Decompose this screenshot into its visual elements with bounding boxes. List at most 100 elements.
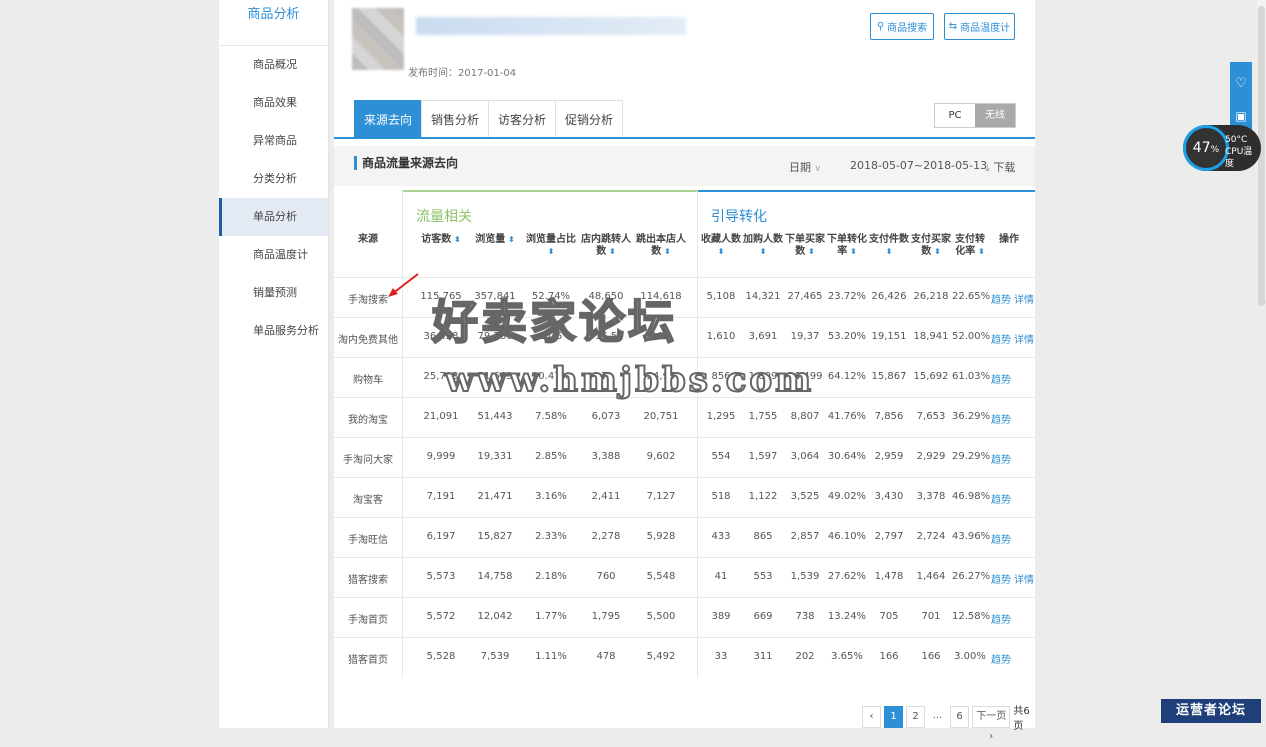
sort-icon[interactable]: ⬍ (505, 235, 515, 244)
sidebar-item[interactable]: 异常商品 (219, 122, 328, 160)
sidebar-item[interactable]: 商品概况 (219, 46, 328, 84)
detail-link[interactable]: 详情 (1014, 295, 1034, 306)
column-header-views[interactable]: 浏览量 ⬍ (472, 234, 518, 246)
column-header-pay_items[interactable]: 支付件数 ⬍ (868, 234, 910, 258)
cell-value: 26.27% (952, 571, 991, 582)
cell-value: 19,37 (790, 331, 820, 342)
sort-icon[interactable]: ⬍ (931, 247, 941, 256)
sidebar-item[interactable]: 单品分析 (219, 198, 328, 236)
sort-icon[interactable]: ⬍ (805, 247, 815, 256)
sidebar-item[interactable]: 分类分析 (219, 160, 328, 198)
window-icon[interactable]: ▣ (1230, 109, 1252, 123)
sidebar-item[interactable]: 单品服务分析 (219, 312, 328, 350)
table-row: 手淘搜索 115,765 357,841 52.74% 48,650 114,618 5,1… (334, 277, 1035, 317)
tab-2[interactable]: 访客分析 (488, 100, 557, 138)
sidebar-title: 商品分析 (219, 0, 328, 46)
column-header-cart[interactable]: 加购人数 ⬍ (742, 234, 784, 258)
tab-3[interactable]: 促销分析 (555, 100, 624, 138)
cell-value: 52.00% (952, 331, 991, 342)
cell-value: 7, (601, 371, 611, 382)
trend-link[interactable]: 趋势 (991, 415, 1011, 426)
cell-value: 12,042 (477, 611, 513, 622)
trend-link[interactable]: 趋势 (991, 295, 1011, 306)
column-header-order_rate[interactable]: 下单转化率 ⬍ (826, 234, 868, 258)
cell-value: 738 (795, 611, 815, 622)
page-button[interactable]: 6 (950, 706, 969, 728)
cell-value: 3.16% (535, 491, 567, 502)
column-label: 访客数 (421, 234, 452, 245)
sort-icon[interactable]: ⬍ (847, 247, 857, 256)
product-thermometer-button[interactable]: ⇆ 商品温度计 (944, 13, 1015, 40)
column-header-favorites[interactable]: 收藏人数 ⬍ (700, 234, 742, 258)
cell-value: 23.72% (827, 291, 867, 302)
analysis-tabs: 来源去向 销售分析 访客分析 促销分析 (354, 100, 624, 138)
detail-link[interactable]: 详情 (1014, 335, 1034, 346)
cell-value: 7,191 (426, 491, 456, 502)
detail-link[interactable]: 详情 (1014, 575, 1034, 586)
column-header-store_jump[interactable]: 店内跳转人数 ⬍ (578, 234, 634, 258)
cell-value: 2.18% (535, 571, 567, 582)
trend-link[interactable]: 趋势 (991, 375, 1011, 386)
row-actions: 趋势 (991, 611, 1035, 626)
sort-icon[interactable]: ⬍ (975, 247, 985, 256)
prev-page-button[interactable]: ‹ (862, 706, 881, 728)
chevron-down-icon: ∨ (814, 164, 822, 174)
cell-value: 48,650 (588, 291, 624, 302)
column-header-exit[interactable]: 跳出本店人数 ⬍ (634, 234, 688, 258)
cell-value: 1,755 (748, 411, 778, 422)
source-name: 淘宝客 (353, 495, 383, 506)
sort-icon[interactable]: ⬍ (886, 247, 893, 256)
cell-value: 1,295 (706, 411, 736, 422)
cell-value: 21,471 (477, 491, 513, 502)
cell-value: 18,941 (913, 331, 949, 342)
column-header-pay_buyers[interactable]: 支付买家数 ⬍ (910, 234, 952, 258)
trend-link[interactable]: 趋势 (991, 455, 1011, 466)
trend-link[interactable]: 趋势 (991, 335, 1011, 346)
cell-value: 2,411 (591, 491, 621, 502)
tab-0[interactable]: 来源去向 (354, 100, 423, 138)
sort-icon[interactable]: ⬍ (718, 247, 725, 256)
sort-icon[interactable]: ⬍ (451, 235, 461, 244)
column-header-source: 来源 (334, 234, 402, 246)
device-wireless-option[interactable]: 无线 (975, 104, 1015, 127)
product-image[interactable] (352, 8, 404, 70)
cell-value: 3,388 (591, 451, 621, 462)
cell-value: 5,928 (646, 531, 676, 542)
cell-value: 7,539 (480, 651, 510, 662)
column-header-pay_rate[interactable]: 支付转化率 ⬍ (952, 234, 988, 258)
device-pc-option[interactable]: PC (935, 104, 975, 127)
product-search-button[interactable]: ⚲ 商品搜索 (870, 13, 934, 40)
cell-value: 202 (795, 651, 815, 662)
cell-value: 2,929 (916, 451, 946, 462)
column-header-visitors[interactable]: 访客数 ⬍ (418, 234, 464, 246)
sidebar-item[interactable]: 商品温度计 (219, 236, 328, 274)
column-header-view_ratio[interactable]: 浏览量占比 ⬍ (524, 234, 578, 258)
trend-link[interactable]: 趋势 (991, 615, 1011, 626)
trend-link[interactable]: 趋势 (991, 655, 1011, 666)
sort-icon[interactable]: ⬍ (606, 247, 616, 256)
date-selector[interactable]: 日期 ∨ (789, 159, 821, 175)
tab-1[interactable]: 销售分析 (421, 100, 490, 138)
cell-value: 3,430 (874, 491, 904, 502)
trend-link[interactable]: 趋势 (991, 575, 1011, 586)
sort-icon[interactable]: ⬍ (548, 247, 555, 256)
column-header-order_buyers[interactable]: 下单买家数 ⬍ (784, 234, 826, 258)
trend-link[interactable]: 趋势 (991, 495, 1011, 506)
bell-icon[interactable]: ♡ (1230, 76, 1252, 91)
sort-icon[interactable]: ⬍ (760, 247, 767, 256)
cell-value: 2,857 (790, 531, 820, 542)
trend-link[interactable]: 趋势 (991, 535, 1011, 546)
sidebar-item[interactable]: 商品效果 (219, 84, 328, 122)
cell-value: 6,197 (426, 531, 456, 542)
cell-value: 7,127 (646, 491, 676, 502)
sidebar-item[interactable]: 销量预测 (219, 274, 328, 312)
sort-icon[interactable]: ⬍ (661, 247, 671, 256)
page-button[interactable]: 2 (906, 706, 925, 728)
cell-value: 3,525 (790, 491, 820, 502)
next-page-button[interactable]: 下一页 › (972, 706, 1011, 742)
page-button[interactable]: 1 (884, 706, 903, 728)
source-name: 手淘首页 (348, 615, 388, 626)
cpu-monitor-widget[interactable]: 47% 50°C CPU温度 (1183, 125, 1261, 171)
product-title-blurred[interactable] (416, 17, 686, 35)
download-button[interactable]: ⤓ 下载 (985, 159, 1015, 175)
